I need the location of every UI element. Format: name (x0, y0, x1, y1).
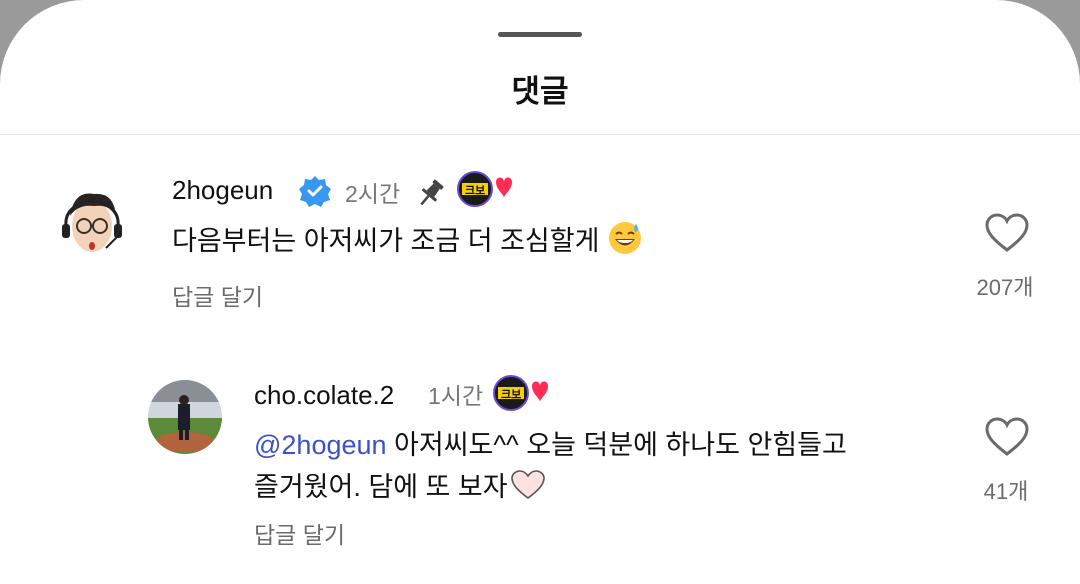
comment-time: 2시간 (345, 181, 401, 207)
comment-text: 다음부터는 아저씨가 조금 더 조심할게 (172, 220, 643, 262)
comment-body-part1: 아저씨도^^ 오늘 덕분에 하나도 안힘들고 (386, 430, 847, 460)
reply-button[interactable]: 답글 달기 (254, 516, 345, 550)
like-count: 41개 (983, 479, 1029, 504)
header-divider (0, 134, 1080, 135)
fan-badge: 크보 (456, 170, 514, 208)
comment-username[interactable]: cho.colate.2 (254, 380, 394, 411)
comment-username[interactable]: 2hogeun (172, 175, 273, 206)
pin-icon (420, 179, 444, 206)
avatar[interactable] (54, 186, 130, 262)
avatar-image (54, 186, 130, 262)
comment-time: 1시간 (428, 383, 484, 409)
fan-badge: 크보 (492, 374, 550, 412)
comments-sheet: 댓글 2hogeun 2시간 크보 다음부터는 아저씨가 조금 더 조심할게 답… (0, 0, 1080, 584)
heart-emoji-icon (510, 470, 545, 499)
reply-button[interactable]: 답글 달기 (172, 278, 263, 312)
drag-handle[interactable] (498, 32, 582, 37)
like-count: 207개 (976, 275, 1034, 300)
badge-label: 크보 (465, 185, 486, 197)
verified-badge-icon (299, 176, 331, 207)
comment-text: @2hogeun 아저씨도^^ 오늘 덕분에 하나도 안힘들고 즐거웠어. 담에… (254, 424, 954, 508)
mention-link[interactable]: @2hogeun (254, 430, 387, 460)
comment-body: 다음부터는 아저씨가 조금 더 조심할게 (172, 226, 600, 256)
comment-body-part2: 즐거웠어. 담에 또 보자 (254, 472, 508, 502)
like-heart-icon[interactable] (984, 212, 1030, 254)
badge-label: 크보 (501, 389, 522, 401)
sheet-title: 댓글 (511, 74, 569, 109)
sweat-smile-emoji-icon (608, 222, 641, 254)
avatar-image (148, 380, 222, 454)
like-heart-icon[interactable] (984, 416, 1030, 458)
avatar[interactable] (148, 380, 222, 454)
comment-line-1: @2hogeun 아저씨도^^ 오늘 덕분에 하나도 안힘들고 (254, 424, 954, 466)
comment-line-2: 즐거웠어. 담에 또 보자 (254, 466, 954, 508)
